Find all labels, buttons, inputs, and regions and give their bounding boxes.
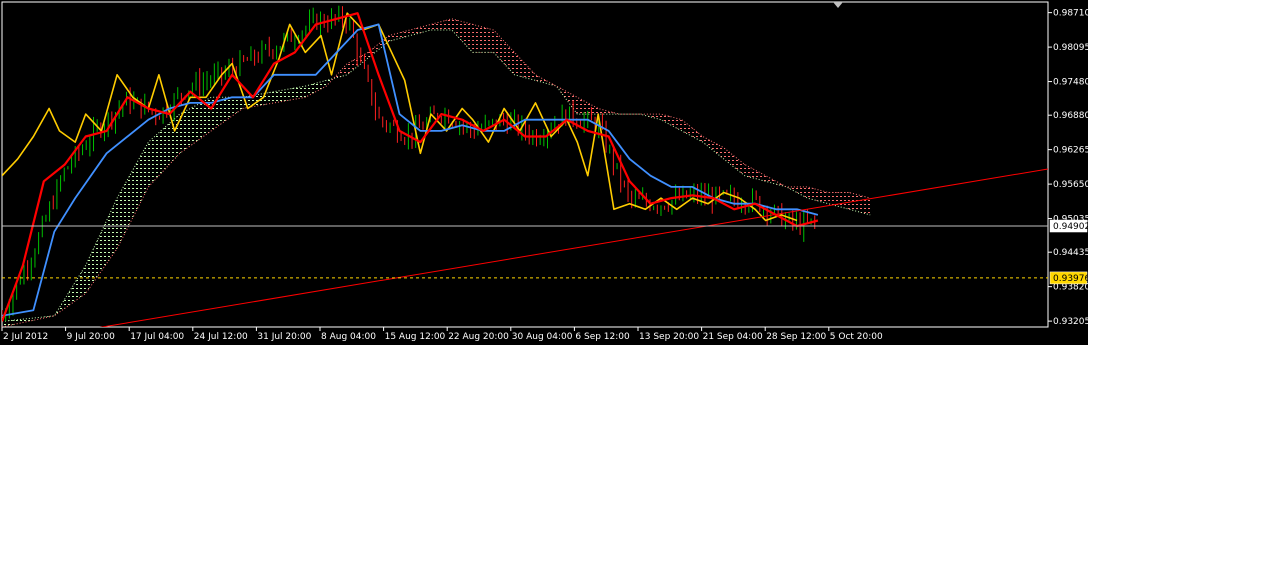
x-tick-label: 28 Sep 12:00 [766, 332, 826, 342]
kumo-segment [472, 24, 478, 53]
x-tick-label: 31 Jul 20:00 [257, 332, 311, 342]
kumo-segment [854, 193, 860, 213]
kumo-segment [483, 27, 489, 53]
kumo-segment [347, 60, 353, 75]
kumo-segment [373, 44, 379, 54]
kumo-segment [713, 142, 719, 155]
kumo-segment [566, 91, 573, 108]
y-tick-label: 0.98710 [1053, 9, 1088, 19]
x-tick-label: 22 Aug 20:00 [448, 332, 509, 342]
x-tick-label: 2 Jul 2012 [3, 332, 48, 342]
kumo-segment [64, 290, 70, 309]
kumo-segment [268, 91, 274, 104]
x-tick-label: 6 Sep 12:00 [575, 332, 630, 342]
kumo-segment [446, 18, 452, 30]
kumo-segment [158, 128, 165, 176]
kijun-sen-line [2, 23, 819, 317]
kumo-segment [838, 192, 844, 208]
kumo-segment [200, 100, 206, 139]
kumo-segment [106, 209, 112, 264]
kumo-segment [530, 69, 536, 81]
x-tick-label: 9 Jul 20:00 [67, 332, 116, 342]
kumo-segment [274, 90, 280, 103]
chikou-span-line [2, 12, 798, 222]
kumo-segment [477, 25, 484, 53]
kumo-segment [341, 63, 348, 77]
x-tick-label: 8 Aug 04:00 [321, 332, 376, 342]
y-tick-label: 0.96880 [1053, 111, 1088, 121]
kumo-segment [462, 21, 468, 47]
kumo-segment [823, 191, 829, 204]
kumo-segment [164, 123, 170, 171]
kumo-segment [817, 189, 824, 203]
kumo-segment [802, 186, 808, 199]
kumo-segment [844, 192, 850, 210]
x-tick-label: 13 Sep 20:00 [639, 332, 699, 342]
kumo-segment [807, 186, 813, 200]
kumo-segment [457, 20, 463, 42]
kumo-segment [504, 41, 510, 70]
kumo-segment [305, 84, 311, 98]
x-tick-label: 17 Jul 04:00 [130, 332, 184, 342]
x-tick-label: 15 Aug 12:00 [385, 332, 446, 342]
kumo-segment [185, 108, 191, 150]
kumo-segment [587, 102, 593, 115]
level-price-tag: 0.93976 [1053, 274, 1088, 284]
kumo-segment [96, 231, 102, 279]
chart-window[interactable]: 0.98710 0.98095 0.97480 0.96880 0.96265 0.956… [0, 0, 1088, 345]
kumo-segment [195, 102, 201, 143]
chart-canvas[interactable]: 0.98710 0.98095 0.97480 0.96880 0.96265 0.956… [0, 0, 1088, 345]
kumo-segment [226, 97, 233, 120]
kumo-segment [760, 172, 766, 182]
kumo-segment [650, 114, 656, 119]
kumo-segment [671, 116, 677, 129]
kumo-segment [221, 97, 227, 124]
kumo-segment [148, 137, 154, 187]
kumo-segment [828, 192, 834, 206]
kumo-segment [190, 105, 196, 146]
kumo-segment [655, 114, 661, 120]
kumo-segment [138, 151, 144, 208]
y-tick-label: 0.95650 [1053, 180, 1088, 190]
kumo-segment [812, 188, 818, 201]
kumo-segment [519, 58, 525, 78]
kumo-segment [859, 195, 865, 214]
kumo-segment [436, 21, 442, 30]
kumo-segment [593, 105, 599, 115]
kumo-segment [300, 86, 306, 99]
kumo-segment [467, 23, 473, 53]
y-tick-label: 0.94435 [1053, 248, 1088, 258]
x-tick-label: 30 Aug 04:00 [512, 332, 573, 342]
trendline [99, 168, 1048, 327]
kumo-segment [702, 136, 709, 147]
kumo-segment [232, 97, 238, 116]
chart-shift-marker[interactable] [833, 2, 843, 8]
kumo-segment [734, 156, 740, 172]
x-tick-label: 5 Oct 20:00 [830, 332, 883, 342]
y-tick-label: 0.98095 [1053, 43, 1088, 53]
kumo-segment [525, 63, 531, 79]
current-price-tag: 0.94902 [1053, 222, 1088, 232]
kumo-segment [294, 87, 301, 100]
kumo-segment [797, 186, 803, 196]
kumo-segment [488, 28, 494, 53]
kumo-segment [80, 265, 86, 298]
kumo-segment [289, 87, 295, 101]
y-tick-label: 0.96265 [1053, 146, 1088, 156]
kumo-segment [493, 30, 499, 58]
kumo-segment [514, 52, 520, 77]
kumo-segment [284, 88, 290, 101]
y-tick-label: 0.93205 [1053, 317, 1088, 327]
x-tick-label: 24 Jul 12:00 [194, 332, 248, 342]
kumo-segment [153, 132, 159, 182]
kumo-segment [101, 220, 107, 271]
x-tick-label: 21 Sep 04:00 [703, 332, 763, 342]
kumo-segment [279, 89, 285, 102]
kumo-segment [441, 20, 447, 30]
kumo-segment [708, 139, 714, 151]
y-tick-label: 0.97480 [1053, 78, 1088, 88]
kumo-segment [127, 170, 133, 228]
kumo-segment [336, 69, 342, 78]
kumo-segment [111, 198, 118, 256]
